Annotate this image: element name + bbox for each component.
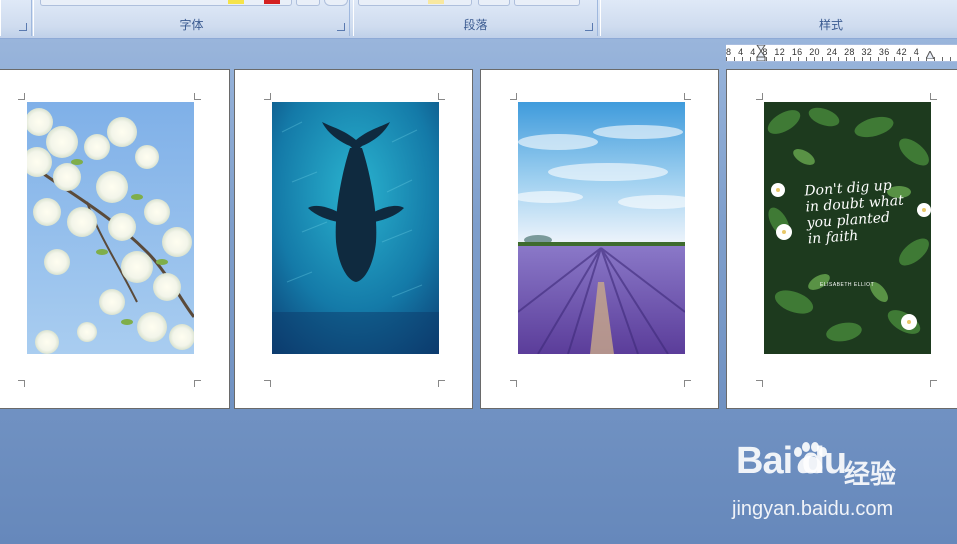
ribbon-group-paragraph: 段落 bbox=[353, 0, 598, 36]
underwater-whale-photo[interactable] bbox=[272, 102, 439, 354]
photo-lettering-author: ELISABETH ELLIOT bbox=[820, 282, 875, 288]
white-blossoms-photo[interactable] bbox=[27, 102, 194, 354]
lavender-field-photo[interactable] bbox=[518, 102, 685, 354]
paragraph-buttons-row[interactable] bbox=[358, 0, 472, 6]
margin-corner-mark bbox=[194, 93, 201, 100]
ribbon: 字体 段落 样式 bbox=[0, 0, 957, 39]
margin-corner-mark bbox=[18, 93, 25, 100]
watermark-brand: Bai du bbox=[736, 440, 847, 482]
margin-corner-mark bbox=[510, 93, 517, 100]
font-dialog-launcher[interactable] bbox=[337, 23, 345, 31]
document-page-1[interactable] bbox=[0, 69, 230, 409]
clipboard-dialog-launcher[interactable] bbox=[19, 23, 27, 31]
document-page-3[interactable] bbox=[480, 69, 719, 409]
document-page-2[interactable] bbox=[234, 69, 473, 409]
margin-corner-mark bbox=[264, 380, 271, 387]
margin-corner-mark bbox=[930, 380, 937, 387]
font-group-label: 字体 bbox=[179, 18, 204, 32]
shading-icon[interactable] bbox=[428, 0, 444, 4]
borders-button[interactable] bbox=[514, 0, 580, 6]
watermark-url: jingyan.baidu.com bbox=[732, 498, 894, 520]
document-page-4[interactable]: Don't dig up in doubt what you planted i… bbox=[726, 69, 957, 409]
margin-corner-mark bbox=[684, 380, 691, 387]
font-color-icon[interactable] bbox=[264, 0, 280, 4]
margin-corner-mark bbox=[264, 93, 271, 100]
highlight-color-icon[interactable] bbox=[228, 0, 244, 4]
margin-corner-mark bbox=[756, 93, 763, 100]
margin-corner-mark bbox=[510, 380, 517, 387]
horizontal-ruler[interactable]: 8 4 4 8 12 16 20 24 28 32 36 42 4 bbox=[726, 44, 957, 62]
ribbon-group-clipboard bbox=[0, 0, 32, 36]
ribbon-group-styles: 样式 bbox=[600, 0, 957, 36]
right-indent-marker-icon[interactable] bbox=[926, 51, 934, 59]
margin-corner-mark bbox=[18, 380, 25, 387]
margin-corner-mark bbox=[438, 380, 445, 387]
paragraph-group-label: 段落 bbox=[463, 18, 488, 32]
green-leaves-lettering-photo[interactable]: Don't dig up in doubt what you planted i… bbox=[764, 102, 931, 354]
styles-group-label: 样式 bbox=[818, 18, 843, 32]
enclose-char-button[interactable] bbox=[324, 0, 348, 6]
watermark-cn: 经验 bbox=[844, 459, 897, 489]
margin-corner-mark bbox=[756, 380, 763, 387]
margin-corner-mark bbox=[194, 380, 201, 387]
font-extra-button[interactable] bbox=[296, 0, 320, 6]
margin-corner-mark bbox=[684, 93, 691, 100]
photo-lettering-text: Don't dig up in doubt what you planted i… bbox=[803, 177, 905, 248]
font-buttons-row[interactable] bbox=[40, 0, 292, 6]
sort-button[interactable] bbox=[478, 0, 510, 6]
margin-corner-mark bbox=[438, 93, 445, 100]
baidu-jingyan-watermark: Bai du 经验 jingyan.baidu.com bbox=[732, 440, 922, 524]
indent-marker-icon[interactable] bbox=[756, 45, 766, 61]
margin-corner-mark bbox=[930, 93, 937, 100]
paragraph-dialog-launcher[interactable] bbox=[585, 23, 593, 31]
ribbon-group-font: 字体 bbox=[33, 0, 350, 36]
